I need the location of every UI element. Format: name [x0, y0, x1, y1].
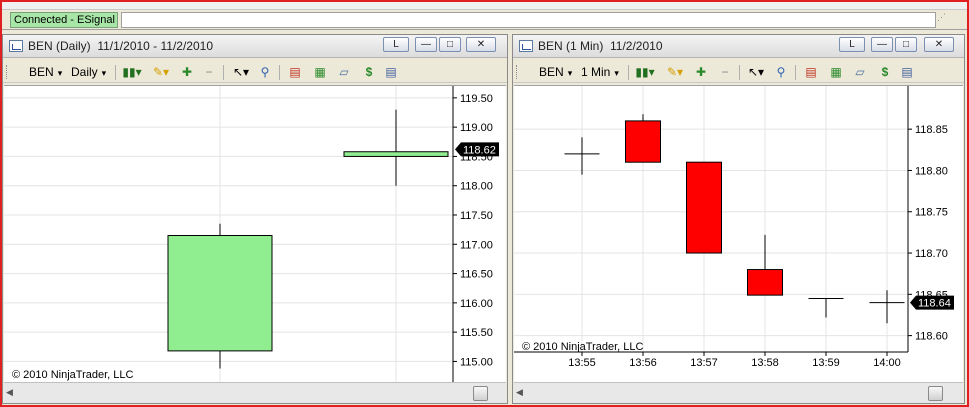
candle-body [686, 161, 722, 254]
bar-indicators-icon[interactable]: ▤ [287, 64, 303, 80]
copyright-text: © 2010 NinjaTrader, LLC [12, 369, 133, 381]
zoom-out-icon[interactable]: − [201, 64, 217, 80]
strategies-icon[interactable]: ▦ [828, 64, 844, 80]
top-strip [2, 2, 967, 10]
price-chart-area[interactable]: 118.85 118.80 118.75 118.70 118.65 118.60 13:5… [514, 85, 963, 382]
status-message-field [121, 12, 936, 28]
toolbar-separator [223, 65, 224, 80]
x-tick-label: 13:59 [812, 357, 840, 369]
chart-window-1min: BEN (1 Min) 11/2/2010 L — □ ✕ BEN 1 Min … [512, 34, 965, 404]
y-tick-label: 117.00 [460, 239, 493, 251]
y-tick-label: 118.60 [915, 331, 948, 343]
copyright-text: © 2010 NinjaTrader, LLC [522, 341, 643, 353]
price-chart[interactable]: 118.85118.80118.75118.70118.65118.6013:5… [514, 86, 963, 383]
data-box-icon[interactable]: ▤ [899, 64, 915, 80]
pencil-draw-icon[interactable]: ✎▾ [663, 64, 687, 80]
scroll-thumb[interactable] [473, 386, 488, 401]
data-box-icon[interactable]: ▤ [383, 64, 399, 80]
toolbar-separator [795, 65, 796, 80]
chart-window-daily: BEN (Daily) 11/1/2010 - 11/2/2010 L — □ … [2, 34, 508, 404]
toolbar-separator [628, 65, 629, 80]
toolbar-separator [279, 65, 280, 80]
window-title: BEN (1 Min) 11/2/2010 [538, 39, 663, 53]
price-chart-area[interactable]: 119.50 119.00 118.50 118.00 117.50 117.00 116.… [4, 85, 506, 399]
toolbar-grip-icon [516, 65, 519, 79]
window-title-bar[interactable]: BEN (1 Min) 11/2/2010 L — □ ✕ [513, 35, 964, 58]
instrument-dropdown[interactable]: BEN [539, 65, 572, 79]
minimize-button[interactable]: — [415, 37, 437, 52]
cursor-pointer-icon[interactable]: ↖▾ [229, 64, 253, 80]
y-tick-label: 115.00 [460, 356, 493, 368]
toolbar-separator [739, 65, 740, 80]
y-tick-label: 116.50 [460, 269, 493, 281]
chart-window-icon [9, 40, 23, 52]
y-tick-label: 118.00 [460, 181, 493, 193]
candlestick-style-icon[interactable]: ▮▮▾ [633, 64, 657, 80]
y-tick-label: 118.75 [915, 207, 948, 219]
interval-dropdown[interactable]: 1 Min [581, 65, 619, 79]
instrument-dropdown[interactable]: BEN [29, 65, 62, 79]
close-button[interactable]: ✕ [924, 37, 954, 52]
chart-toolbar: BEN Daily ▮▮▾ ✎▾ ✚ − ↖▾ ⚲ ▤ ▦ ▱ $ ▤ [3, 61, 507, 83]
window-title-bar[interactable]: BEN (Daily) 11/1/2010 - 11/2/2010 L — □ … [3, 35, 507, 58]
candlestick-style-icon[interactable]: ▮▮▾ [120, 64, 144, 80]
toolbar-separator [115, 65, 116, 80]
dollar-icon[interactable]: $ [877, 64, 893, 80]
x-tick-label: 13:57 [690, 357, 718, 369]
link-button[interactable]: L [839, 37, 865, 52]
line-chart-icon[interactable]: ▱ [336, 64, 352, 80]
maximize-button[interactable]: □ [439, 37, 461, 52]
candle-body [343, 151, 449, 157]
dollar-icon[interactable]: $ [361, 64, 377, 80]
y-tick-label: 116.00 [460, 298, 493, 310]
cursor-pointer-icon[interactable]: ↖▾ [744, 64, 768, 80]
close-button[interactable]: ✕ [466, 37, 496, 52]
zoom-out-icon[interactable]: − [717, 64, 733, 80]
y-tick-label: 119.00 [460, 122, 493, 134]
y-tick-label: 117.50 [460, 210, 493, 222]
last-price-tag-label: 118.64 [918, 298, 951, 310]
y-tick-label: 118.80 [915, 165, 948, 177]
scroll-left-arrow-icon[interactable]: ◀ [516, 387, 523, 398]
chart-toolbar: BEN 1 Min ▮▮▾ ✎▾ ✚ − ↖▾ ⚲ ▤ ▦ ▱ $ ▤ [513, 61, 964, 83]
scroll-thumb[interactable] [928, 386, 943, 401]
window-title: BEN (Daily) 11/1/2010 - 11/2/2010 [28, 39, 213, 53]
scroll-left-arrow-icon[interactable]: ◀ [6, 387, 13, 398]
x-tick-label: 13:58 [751, 357, 779, 369]
maximize-button[interactable]: □ [895, 37, 917, 52]
last-price-tag: 118.64 [910, 295, 954, 310]
zoom-in-icon[interactable]: ✚ [179, 64, 195, 80]
link-button[interactable]: L [383, 37, 409, 52]
interval-dropdown[interactable]: Daily [71, 65, 106, 79]
x-tick-label: 13:56 [629, 357, 657, 369]
search-magnifier-icon[interactable]: ⚲ [773, 64, 789, 80]
candle-body [167, 235, 273, 352]
search-magnifier-icon[interactable]: ⚲ [257, 64, 273, 80]
pencil-draw-icon[interactable]: ✎▾ [149, 64, 173, 80]
price-chart[interactable]: 119.50119.00118.50118.00117.50117.00116.… [4, 86, 506, 399]
y-tick-label: 118.85 [915, 124, 948, 136]
line-chart-icon[interactable]: ▱ [852, 64, 868, 80]
horizontal-scrollbar[interactable]: ◀ [514, 382, 963, 403]
y-tick-label: 119.50 [460, 93, 493, 105]
status-bar: Connected - ESignal ⋰ [2, 10, 967, 30]
resize-grip-icon[interactable]: ⋰ [937, 13, 949, 26]
toolbar-grip-icon [6, 65, 9, 79]
zoom-in-icon[interactable]: ✚ [693, 64, 709, 80]
horizontal-scrollbar[interactable]: ◀ [4, 382, 506, 403]
last-price-tag: 118.62 [455, 142, 499, 157]
strategies-icon[interactable]: ▦ [312, 64, 328, 80]
connection-status: Connected - ESignal [10, 12, 118, 28]
candle-body [625, 120, 661, 163]
candle-body [747, 269, 783, 296]
x-tick-label: 14:00 [873, 357, 901, 369]
last-price-tag-label: 118.62 [463, 144, 496, 156]
y-tick-label: 118.70 [915, 248, 948, 260]
minimize-button[interactable]: — [871, 37, 893, 52]
y-tick-label: 115.50 [460, 327, 493, 339]
bar-indicators-icon[interactable]: ▤ [803, 64, 819, 80]
x-tick-label: 13:55 [568, 357, 596, 369]
chart-window-icon [519, 40, 533, 52]
